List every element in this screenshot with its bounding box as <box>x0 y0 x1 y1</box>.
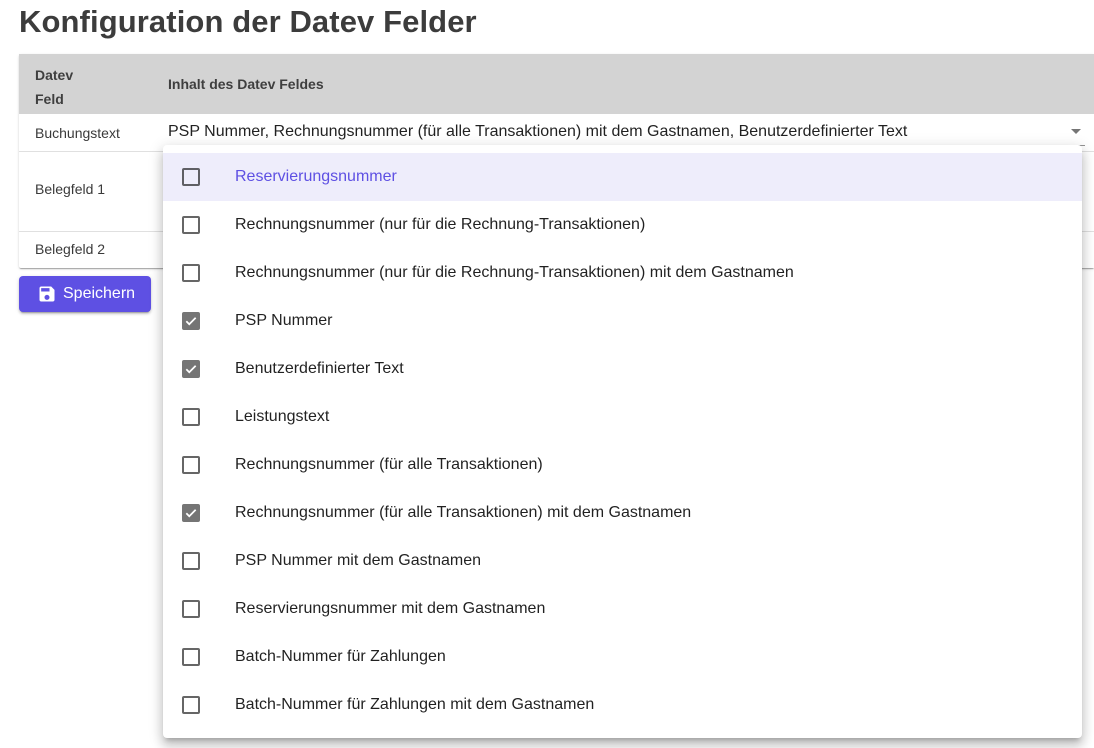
menu-option[interactable]: Rechnungsnummer (für alle Transaktionen) <box>163 441 1082 489</box>
menu-option-label: Rechnungsnummer (nur für die Rechnung-Tr… <box>235 264 794 281</box>
checkbox-unchecked-icon[interactable] <box>182 696 200 714</box>
field-name: Belegfeld 1 <box>35 181 106 197</box>
menu-option[interactable]: Rechnungsnummer (nur für die Rechnung-Tr… <box>163 249 1082 297</box>
table-header: Datev Feld Inhalt des Datev Feldes <box>19 54 1094 114</box>
column-header-inhalt: Inhalt des Datev Feldes <box>168 76 324 92</box>
page: Konfiguration der Datev Felder Datev Fel… <box>0 0 1094 748</box>
menu-option-label: Leistungstext <box>235 408 330 425</box>
checkbox-unchecked-icon[interactable] <box>182 648 200 666</box>
menu-option-label: Rechnungsnummer (nur für die Rechnung-Tr… <box>235 216 646 233</box>
checkbox-checked-icon[interactable] <box>182 504 200 522</box>
checkbox-unchecked-icon[interactable] <box>182 552 200 570</box>
menu-option[interactable]: Reservierungsnummer <box>163 153 1082 201</box>
menu-option[interactable]: Reservierungsnummer mit dem Gastnamen <box>163 585 1082 633</box>
menu-option-label: Rechnungsnummer (für alle Transaktionen)… <box>235 504 692 521</box>
menu-option-label: Reservierungsnummer mit dem Gastnamen <box>235 600 546 617</box>
menu-option[interactable]: Batch-Nummer für Zahlungen mit dem Gastn… <box>163 681 1082 729</box>
menu-option-label: Benutzerdefinierter Text <box>235 360 404 377</box>
dropdown-arrow-icon[interactable] <box>1071 129 1081 134</box>
column-header-feld: Datev Feld <box>35 67 74 107</box>
menu-option-label: Reservierungsnummer <box>235 168 397 185</box>
checkbox-unchecked-icon[interactable] <box>182 216 200 234</box>
menu-option[interactable]: Batch-Nummer für Zahlungen <box>163 633 1082 681</box>
page-title: Konfiguration der Datev Felder <box>19 4 477 39</box>
save-icon <box>39 286 55 302</box>
menu-option-label: Rechnungsnummer (für alle Transaktionen) <box>235 456 543 473</box>
checkbox-unchecked-icon[interactable] <box>182 408 200 426</box>
field-name: Belegfeld 2 <box>35 241 106 257</box>
menu-option-label: Batch-Nummer für Zahlungen mit dem Gastn… <box>235 696 595 713</box>
save-button[interactable]: Speichern <box>19 276 151 312</box>
checkbox-checked-icon[interactable] <box>182 312 200 330</box>
checkbox-unchecked-icon[interactable] <box>182 264 200 282</box>
menu-option[interactable]: Benutzerdefinierter Text <box>163 345 1082 393</box>
menu-option[interactable]: Rechnungsnummer (nur für die Rechnung-Tr… <box>163 201 1082 249</box>
content-select[interactable]: PSP Nummer, Rechnungsnummer (für alle Tr… <box>168 118 1085 146</box>
checkbox-unchecked-icon[interactable] <box>182 600 200 618</box>
menu-option[interactable]: PSP Nummer mit dem Gastnamen <box>163 537 1082 585</box>
select-value: PSP Nummer, Rechnungsnummer (für alle Tr… <box>168 123 908 140</box>
field-name: Buchungstext <box>35 125 120 141</box>
content-options-menu: Reservierungsnummer Rechnungsnummer (nur … <box>163 145 1082 738</box>
menu-option[interactable]: Rechnungsnummer (für alle Transaktionen)… <box>163 489 1082 537</box>
checkbox-unchecked-icon[interactable] <box>182 456 200 474</box>
menu-option-label: PSP Nummer mit dem Gastnamen <box>235 552 482 569</box>
menu-option[interactable]: Leistungstext <box>163 393 1082 441</box>
save-button-label: Speichern <box>63 285 136 302</box>
checkbox-checked-icon[interactable] <box>182 360 200 378</box>
menu-option[interactable]: PSP Nummer <box>163 297 1082 345</box>
menu-option-label: Batch-Nummer für Zahlungen <box>235 648 446 665</box>
menu-option-label: PSP Nummer <box>235 312 333 329</box>
checkbox-unchecked-icon[interactable] <box>182 168 200 186</box>
